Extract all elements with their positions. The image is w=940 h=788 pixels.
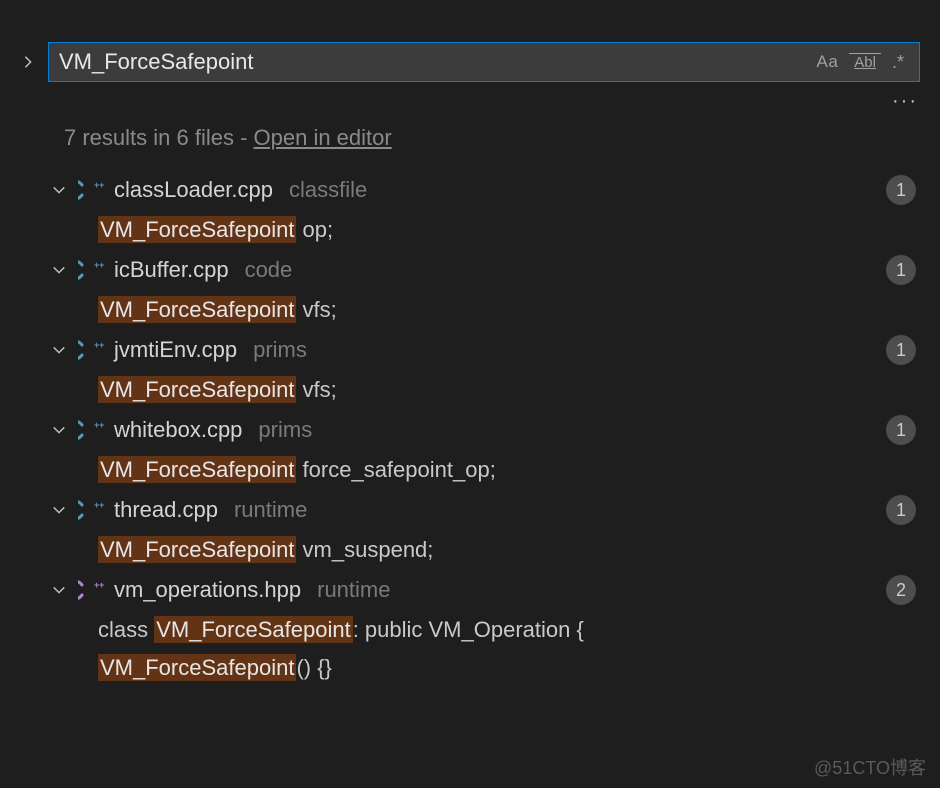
match-highlight: VM_ForceSafepoint bbox=[98, 216, 296, 243]
match-after: vfs; bbox=[296, 297, 336, 322]
search-input[interactable] bbox=[59, 49, 812, 75]
match-whole-word-toggle[interactable]: Abl bbox=[849, 53, 881, 72]
match-after: op; bbox=[296, 217, 333, 242]
svg-text:+: + bbox=[99, 340, 104, 350]
match-row[interactable]: VM_ForceSafepoint vfs; bbox=[0, 291, 926, 329]
summary-text: 7 results in 6 files - bbox=[64, 125, 254, 150]
cpp-file-icon: + + bbox=[78, 497, 104, 523]
chevron-down-icon[interactable] bbox=[50, 261, 68, 279]
match-highlight: VM_ForceSafepoint bbox=[98, 456, 296, 483]
search-controls: Aa Abl .* bbox=[812, 50, 910, 75]
regex-toggle[interactable]: .* bbox=[887, 50, 909, 75]
match-row[interactable]: class VM_ForceSafepoint: public VM_Opera… bbox=[0, 611, 926, 649]
expand-search-toggle[interactable] bbox=[18, 52, 38, 72]
match-after: vm_suspend; bbox=[296, 537, 433, 562]
file-dir: prims bbox=[258, 417, 312, 443]
results-list: + + classLoader.cpp classfile 1 VM_ForceSaf… bbox=[0, 169, 940, 687]
svg-text:+: + bbox=[99, 180, 104, 190]
hpp-file-icon: + + bbox=[78, 577, 104, 603]
match-count-badge: 1 bbox=[886, 175, 916, 205]
match-count-badge: 1 bbox=[886, 495, 916, 525]
file-name: jvmtiEnv.cpp bbox=[114, 337, 237, 363]
file-row[interactable]: + + jvmtiEnv.cpp prims 1 bbox=[0, 329, 926, 371]
file-name: thread.cpp bbox=[114, 497, 218, 523]
match-after: () {} bbox=[296, 655, 331, 680]
file-dir: runtime bbox=[234, 497, 307, 523]
match-row[interactable]: VM_ForceSafepoint op; bbox=[0, 211, 926, 249]
file-dir: classfile bbox=[289, 177, 367, 203]
file-row[interactable]: + + icBuffer.cpp code 1 bbox=[0, 249, 926, 291]
match-after: : public VM_Operation { bbox=[353, 617, 584, 642]
match-before: class bbox=[98, 617, 154, 642]
match-highlight: VM_ForceSafepoint bbox=[98, 296, 296, 323]
cpp-file-icon: + + bbox=[78, 417, 104, 443]
cpp-file-icon: + + bbox=[78, 257, 104, 283]
svg-text:+: + bbox=[99, 500, 104, 510]
svg-text:+: + bbox=[99, 580, 104, 590]
open-in-editor-link[interactable]: Open in editor bbox=[254, 125, 392, 150]
file-row[interactable]: + + vm_operations.hpp runtime 2 bbox=[0, 569, 926, 611]
match-after: force_safepoint_op; bbox=[296, 457, 495, 482]
file-row[interactable]: + + whitebox.cpp prims 1 bbox=[0, 409, 926, 451]
file-dir: runtime bbox=[317, 577, 390, 603]
match-highlight: VM_ForceSafepoint bbox=[154, 616, 352, 643]
chevron-down-icon[interactable] bbox=[50, 501, 68, 519]
match-count-badge: 1 bbox=[886, 335, 916, 365]
match-count-badge: 1 bbox=[886, 255, 916, 285]
svg-text:+: + bbox=[99, 420, 104, 430]
match-after: vfs; bbox=[296, 377, 336, 402]
match-row[interactable]: VM_ForceSafepoint force_safepoint_op; bbox=[0, 451, 926, 489]
cpp-file-icon: + + bbox=[78, 337, 104, 363]
file-name: icBuffer.cpp bbox=[114, 257, 229, 283]
match-count-badge: 1 bbox=[886, 415, 916, 445]
chevron-down-icon[interactable] bbox=[50, 181, 68, 199]
chevron-down-icon[interactable] bbox=[50, 341, 68, 359]
search-row: Aa Abl .* bbox=[0, 0, 940, 90]
file-name: whitebox.cpp bbox=[114, 417, 242, 443]
match-highlight: VM_ForceSafepoint bbox=[98, 536, 296, 563]
match-count-badge: 2 bbox=[886, 575, 916, 605]
match-case-toggle[interactable]: Aa bbox=[812, 50, 844, 74]
chevron-down-icon[interactable] bbox=[50, 581, 68, 599]
results-summary: 7 results in 6 files - Open in editor bbox=[0, 117, 940, 169]
file-name: vm_operations.hpp bbox=[114, 577, 301, 603]
search-input-container: Aa Abl .* bbox=[48, 42, 920, 82]
match-row[interactable]: VM_ForceSafepoint vm_suspend; bbox=[0, 531, 926, 569]
file-name: classLoader.cpp bbox=[114, 177, 273, 203]
more-row: ··· bbox=[0, 90, 940, 117]
file-dir: prims bbox=[253, 337, 307, 363]
svg-text:+: + bbox=[99, 260, 104, 270]
match-row[interactable]: VM_ForceSafepoint() {} bbox=[0, 649, 926, 687]
match-row[interactable]: VM_ForceSafepoint vfs; bbox=[0, 371, 926, 409]
chevron-down-icon[interactable] bbox=[50, 421, 68, 439]
file-row[interactable]: + + thread.cpp runtime 1 bbox=[0, 489, 926, 531]
match-highlight: VM_ForceSafepoint bbox=[98, 654, 296, 681]
watermark: @51CTO博客 bbox=[814, 754, 926, 780]
match-highlight: VM_ForceSafepoint bbox=[98, 376, 296, 403]
file-row[interactable]: + + classLoader.cpp classfile 1 bbox=[0, 169, 926, 211]
file-dir: code bbox=[245, 257, 293, 283]
more-actions-icon[interactable]: ··· bbox=[892, 90, 918, 113]
cpp-file-icon: + + bbox=[78, 177, 104, 203]
